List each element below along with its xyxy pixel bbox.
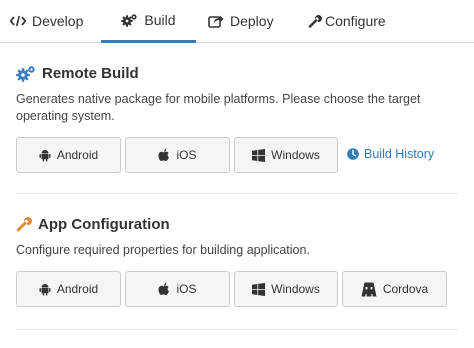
config-android-label: Android [56, 282, 99, 296]
wrench-icon [308, 14, 322, 28]
app-configuration-section: App Configuration Configure required pro… [16, 214, 458, 259]
android-icon [39, 283, 51, 296]
app-configuration-description: Configure required properties for buildi… [16, 243, 310, 257]
section-divider [16, 329, 458, 330]
tab-deploy-label: Deploy [230, 13, 274, 29]
tab-bar: Develop Build Deploy Configure [0, 0, 474, 43]
build-ios-label: iOS [176, 148, 197, 162]
wrench-icon [16, 216, 32, 232]
config-windows-button[interactable]: Windows [234, 271, 338, 307]
config-android-button[interactable]: Android [16, 271, 121, 307]
section-divider [16, 193, 458, 194]
gears-icon [16, 65, 36, 82]
build-history-link[interactable]: Build History [347, 147, 434, 161]
remote-build-title: Remote Build [16, 63, 458, 83]
build-android-label: Android [56, 148, 99, 162]
tab-develop[interactable]: Develop [10, 0, 100, 42]
config-cordova-button[interactable]: Cordova [342, 271, 447, 307]
apple-icon [158, 282, 170, 296]
remote-build-description: Generates native package for mobile plat… [16, 92, 421, 123]
tab-configure-label: Configure [325, 13, 386, 29]
build-android-button[interactable]: Android [16, 137, 121, 173]
gears-icon [121, 13, 138, 27]
remote-build-section: Remote Build Generates native package fo… [16, 63, 458, 125]
tab-deploy[interactable]: Deploy [208, 0, 298, 42]
code-icon [10, 15, 26, 27]
windows-icon [252, 148, 266, 162]
config-windows-label: Windows [271, 282, 320, 296]
build-windows-button[interactable]: Windows [234, 137, 338, 173]
tab-develop-label: Develop [32, 13, 84, 29]
apple-icon [158, 148, 170, 162]
build-history-label: Build History [364, 147, 435, 161]
config-cordova-label: Cordova [382, 282, 429, 296]
tab-configure[interactable]: Configure [308, 0, 408, 42]
android-icon [39, 149, 51, 162]
cordova-icon [361, 282, 377, 297]
history-clock-icon [347, 148, 359, 160]
remote-build-title-text: Remote Build [42, 64, 139, 82]
config-ios-button[interactable]: iOS [125, 271, 230, 307]
build-windows-label: Windows [271, 148, 320, 162]
config-ios-label: iOS [176, 282, 197, 296]
build-ios-button[interactable]: iOS [125, 137, 230, 173]
tab-build-label: Build [144, 12, 176, 28]
share-icon [208, 14, 224, 28]
app-configuration-title-text: App Configuration [38, 215, 170, 233]
app-configuration-title: App Configuration [16, 214, 458, 234]
tab-build[interactable]: Build [101, 0, 196, 43]
windows-icon [252, 282, 266, 296]
